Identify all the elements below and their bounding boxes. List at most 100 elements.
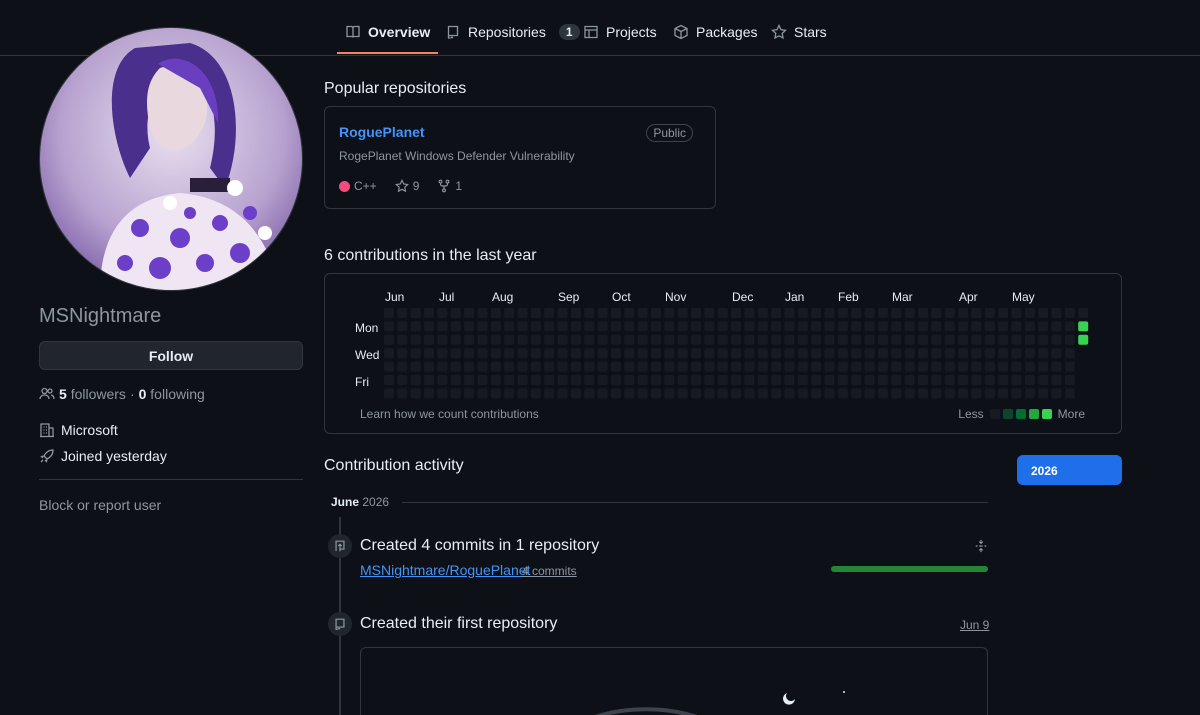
contribution-cell[interactable] [971, 308, 982, 318]
contribution-cell[interactable] [891, 375, 902, 385]
contribution-cell[interactable] [984, 375, 995, 385]
contribution-cell[interactable] [717, 348, 728, 359]
contribution-cell[interactable] [784, 375, 795, 385]
contribution-cell[interactable] [651, 361, 661, 372]
contribution-cell[interactable] [437, 334, 448, 345]
contribution-cell[interactable] [490, 308, 501, 318]
contribution-cell[interactable] [464, 348, 475, 359]
contribution-cell[interactable] [918, 388, 928, 399]
contribution-cell[interactable] [864, 308, 875, 318]
contribution-cell[interactable] [797, 361, 808, 372]
contribution-cell[interactable] [530, 375, 541, 385]
contribution-cell[interactable] [824, 375, 835, 385]
contribution-cell[interactable] [557, 334, 568, 345]
contribution-cell[interactable] [811, 334, 822, 345]
contribution-cell[interactable] [931, 348, 942, 359]
contribution-cell[interactable] [517, 361, 528, 372]
contribution-cell[interactable] [464, 334, 475, 345]
contribution-cell[interactable] [664, 361, 675, 372]
contribution-cell[interactable] [1038, 361, 1049, 372]
contribution-cell[interactable] [931, 334, 942, 345]
contribution-cell[interactable] [504, 308, 515, 318]
contribution-cell[interactable] [584, 388, 595, 399]
contribution-cell[interactable] [597, 308, 608, 318]
contribution-cell[interactable] [1024, 348, 1035, 359]
contribution-cell[interactable] [437, 308, 448, 318]
contribution-cell[interactable] [450, 361, 461, 372]
contribution-cell[interactable] [1064, 321, 1075, 332]
contribution-cell[interactable] [424, 321, 435, 332]
contribution-cell[interactable] [691, 321, 702, 332]
contribution-cell[interactable] [464, 375, 475, 385]
contribution-cell[interactable] [597, 388, 608, 399]
contribution-cell[interactable] [797, 321, 808, 332]
contribution-cell[interactable] [944, 308, 955, 318]
contribution-cell[interactable] [544, 388, 555, 399]
contribution-cell[interactable] [544, 334, 555, 345]
contribution-cell[interactable] [998, 308, 1009, 318]
contribution-cell[interactable] [490, 348, 501, 359]
contribution-cell[interactable] [731, 321, 742, 332]
contribution-cell[interactable] [717, 388, 728, 399]
contribution-cell[interactable] [624, 375, 635, 385]
contribution-cell[interactable] [984, 308, 995, 318]
contribution-cell[interactable] [1024, 334, 1035, 345]
learn-contributions-link[interactable]: Learn how we count contributions [360, 407, 539, 421]
contribution-cell[interactable] [837, 375, 848, 385]
contribution-cell[interactable] [704, 388, 715, 399]
contribution-cell[interactable] [437, 375, 448, 385]
contribution-cell[interactable] [691, 334, 702, 345]
contribution-cell[interactable] [397, 308, 408, 318]
contribution-cell[interactable] [424, 308, 435, 318]
contribution-cell[interactable] [837, 321, 848, 332]
contribution-cell[interactable] [744, 348, 755, 359]
contribution-cell[interactable] [984, 361, 995, 372]
contribution-cell[interactable] [904, 348, 915, 359]
contribution-cell[interactable] [1051, 334, 1062, 345]
contribution-cell[interactable] [384, 375, 394, 385]
contribution-cell[interactable] [1024, 361, 1035, 372]
contribution-cell[interactable] [877, 388, 888, 399]
contribution-cell[interactable] [490, 321, 501, 332]
contribution-cell[interactable] [397, 388, 408, 399]
contribution-cell[interactable] [931, 388, 942, 399]
contribution-cell[interactable] [918, 375, 928, 385]
contribution-cell[interactable] [544, 321, 555, 332]
contribution-cell[interactable] [731, 375, 742, 385]
contribution-cell[interactable] [677, 308, 688, 318]
contribution-cell[interactable] [864, 321, 875, 332]
contribution-cell[interactable] [384, 334, 394, 345]
contribution-cell[interactable] [824, 388, 835, 399]
contribution-cell[interactable] [864, 388, 875, 399]
contribution-cell[interactable] [851, 388, 862, 399]
contribution-cell[interactable] [477, 308, 488, 318]
contribution-cell[interactable] [1051, 308, 1062, 318]
contribution-cell[interactable] [704, 321, 715, 332]
following-link[interactable]: 0 following [139, 386, 205, 402]
contribution-cell[interactable] [771, 321, 782, 332]
tab-stars[interactable]: Stars [763, 14, 835, 54]
contribution-cell[interactable] [691, 375, 702, 385]
contribution-cell[interactable] [530, 308, 541, 318]
contribution-cell[interactable] [424, 375, 435, 385]
contribution-cell[interactable] [771, 334, 782, 345]
contribution-cell[interactable] [904, 388, 915, 399]
contribution-cell[interactable] [1038, 348, 1049, 359]
tab-packages[interactable]: Packages [665, 14, 765, 54]
contribution-cell[interactable] [864, 334, 875, 345]
contribution-cell[interactable] [504, 361, 515, 372]
contribution-cell[interactable] [677, 361, 688, 372]
contribution-cell[interactable] [691, 348, 702, 359]
contribution-cell[interactable] [397, 321, 408, 332]
contribution-cell[interactable] [918, 334, 928, 345]
contribution-cell[interactable] [757, 334, 768, 345]
contribution-cell[interactable] [971, 334, 982, 345]
contribution-cell[interactable] [544, 308, 555, 318]
contribution-cell[interactable] [637, 361, 648, 372]
contribution-cell[interactable] [984, 348, 995, 359]
contribution-cell[interactable] [584, 361, 595, 372]
contribution-cell[interactable] [998, 361, 1009, 372]
contribution-cell[interactable] [584, 334, 595, 345]
contribution-cell[interactable] [811, 361, 822, 372]
contribution-cell[interactable] [517, 308, 528, 318]
